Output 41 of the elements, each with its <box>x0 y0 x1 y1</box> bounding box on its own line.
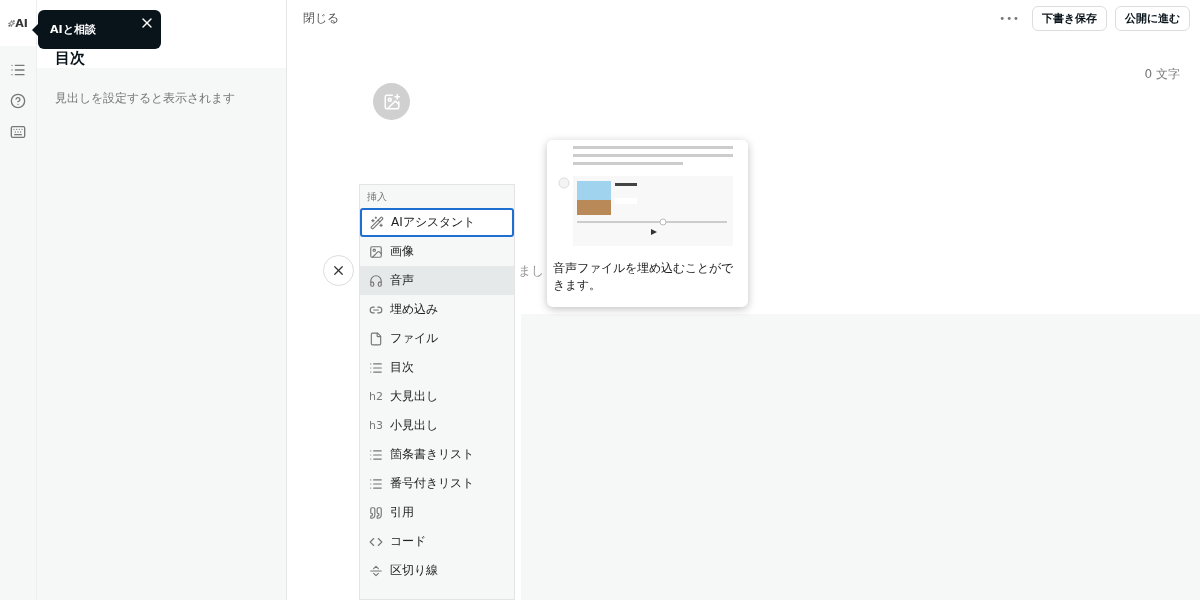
toc-icon <box>369 360 383 375</box>
wand-icon <box>370 215 384 230</box>
menu-item[interactable]: 音声 <box>360 266 514 295</box>
divider-icon <box>369 563 383 578</box>
menu-item[interactable]: 埋め込み <box>360 295 514 324</box>
menu-item[interactable]: AIアシスタント <box>360 208 514 237</box>
menu-item[interactable]: 箇条書きリスト <box>360 440 514 469</box>
menu-item[interactable]: ファイル <box>360 324 514 353</box>
image-plus-icon <box>382 92 401 111</box>
close-button[interactable] <box>323 255 354 286</box>
list-icon <box>369 476 383 491</box>
ai-button[interactable]: AI <box>0 0 36 46</box>
menu-item[interactable]: h3 小見出し <box>360 411 514 440</box>
quote-icon <box>369 505 383 520</box>
menu-item[interactable]: 区切り線 <box>360 556 514 585</box>
help-icon[interactable] <box>10 92 26 109</box>
sparkle-icon <box>8 19 16 27</box>
list-icon <box>369 447 383 462</box>
file-icon <box>369 331 383 346</box>
body-text: まし <box>518 262 544 280</box>
menu-item[interactable]: 番号付きリスト <box>360 469 514 498</box>
menu-title: 挿入 <box>366 190 388 204</box>
close-icon <box>331 263 346 278</box>
menu-item[interactable]: h2 大見出し <box>360 382 514 411</box>
heading-level-label: h3 <box>369 419 383 432</box>
close-link[interactable]: 閉じる <box>303 9 339 27</box>
character-count: 0 文字 <box>1144 66 1180 83</box>
menu-item[interactable]: コード <box>360 527 514 556</box>
image-icon <box>369 244 383 259</box>
more-button[interactable]: ••• <box>999 12 1020 24</box>
menu-item[interactable]: 引用 <box>360 498 514 527</box>
menu-item[interactable]: 画像 <box>360 237 514 266</box>
save-draft-button[interactable]: 下書き保存 <box>1032 5 1107 31</box>
publish-button[interactable]: 公開に進む <box>1115 5 1190 31</box>
preview-caption: 音声ファイルを埋め込むことができます。 <box>552 260 734 294</box>
heading-level-label: h2 <box>369 390 383 403</box>
headphones-icon <box>369 273 383 288</box>
empty-hint: 見出しを設定すると表示されます <box>55 90 236 107</box>
menu-item[interactable]: 目次 <box>360 353 514 382</box>
tooltip-text: AIと相談 <box>50 22 96 37</box>
keyboard-icon[interactable] <box>10 123 26 140</box>
